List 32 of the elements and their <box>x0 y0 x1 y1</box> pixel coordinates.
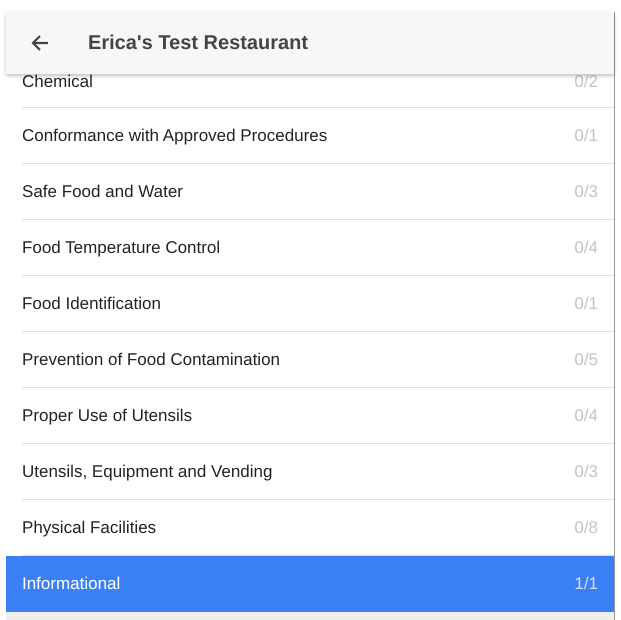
category-count: 0/3 <box>574 462 598 482</box>
category-count: 0/4 <box>574 238 598 258</box>
category-name: Conformance with Approved Procedures <box>22 126 328 146</box>
category-name: Prevention of Food Contamination <box>22 350 280 370</box>
category-count: 0/5 <box>574 350 598 370</box>
category-count: 0/3 <box>574 182 598 202</box>
category-name: Informational <box>22 574 120 594</box>
category-row[interactable]: Prevention of Food Contamination 0/5 <box>6 332 614 388</box>
category-count: 0/1 <box>574 126 598 146</box>
category-name: Chemical <box>22 72 93 90</box>
category-row[interactable]: Informational 1/1 <box>6 556 614 612</box>
back-arrow-icon[interactable] <box>30 33 50 53</box>
category-row[interactable]: Food Identification 0/1 <box>6 276 614 332</box>
category-row[interactable]: Food Temperature Control 0/4 <box>6 220 614 276</box>
category-count: 0/8 <box>574 518 598 538</box>
category-name: Proper Use of Utensils <box>22 406 192 426</box>
category-count: 0/4 <box>574 406 598 426</box>
category-count: 1/1 <box>574 574 598 594</box>
category-row[interactable]: Utensils, Equipment and Vending 0/3 <box>6 444 614 500</box>
category-row[interactable]: Safe Food and Water 0/3 <box>6 164 614 220</box>
page-title: Erica's Test Restaurant <box>88 32 308 54</box>
category-name: Physical Facilities <box>22 518 156 538</box>
category-row[interactable]: Conformance with Approved Procedures 0/1 <box>6 108 614 164</box>
category-count: 0/2 <box>574 72 598 90</box>
category-name: Food Temperature Control <box>22 238 220 258</box>
category-count: 0/1 <box>574 294 598 314</box>
category-row[interactable]: Proper Use of Utensils 0/4 <box>6 388 614 444</box>
category-row[interactable]: Physical Facilities 0/8 <box>6 500 614 556</box>
category-name: Utensils, Equipment and Vending <box>22 462 272 482</box>
category-name: Safe Food and Water <box>22 182 183 202</box>
category-row[interactable]: Chemical 0/2 <box>6 74 614 108</box>
category-name: Food Identification <box>22 294 161 314</box>
